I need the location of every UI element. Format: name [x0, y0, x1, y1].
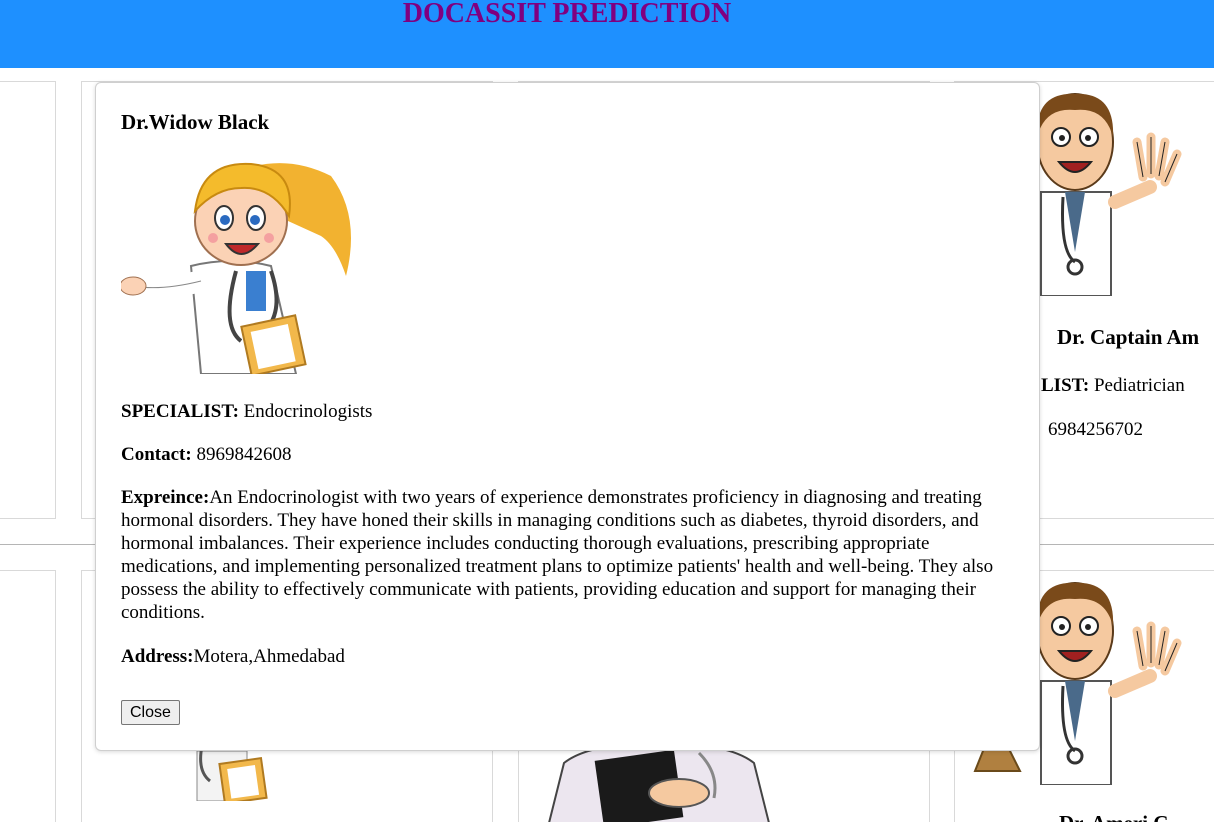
doctor-card-name: Dr. Ameri C	[1059, 811, 1168, 822]
experience-field: Expreince:An Endocrinologist with two ye…	[121, 486, 1016, 624]
page: DOCASSIT PREDICTION Dr. Captain Am LIST:…	[0, 0, 1214, 822]
experience-value: An Endocrinologist with two years of exp…	[121, 487, 994, 623]
doctor-card[interactable]	[0, 81, 56, 519]
doctor-card-specialist: LIST: Pediatrician	[1041, 375, 1185, 397]
specialist-value: Endocrinologists	[243, 401, 373, 422]
doctor-avatar-female	[121, 162, 351, 374]
address-field: Address:Motera,Ahmedabad	[121, 645, 1016, 668]
contact-label: Contact:	[121, 444, 192, 465]
experience-label: Expreince:	[121, 487, 210, 508]
doctor-card-specialist-value: Pediatrician	[1093, 375, 1185, 396]
modal-doctor-name: Dr.Widow Black	[121, 110, 270, 134]
doctor-detail-modal: Dr.Widow Black SPECIALIST: Endocrinologi…	[95, 82, 1040, 751]
page-title: DOCASSIT PREDICTION	[402, 0, 732, 29]
contact-value: 8969842608	[196, 444, 292, 465]
doctor-card-contact: 6984256702	[1048, 419, 1143, 440]
app-header: DOCASSIT PREDICTION	[0, 0, 1214, 68]
address-value: Motera,Ahmedabad	[193, 646, 345, 667]
doctor-card[interactable]	[0, 570, 56, 822]
address-label: Address:	[121, 646, 194, 667]
specialist-field: SPECIALIST: Endocrinologists	[121, 400, 1016, 423]
contact-field: Contact: 8969842608	[121, 443, 1016, 466]
close-button[interactable]: Close	[121, 700, 180, 725]
doctor-card-specialist-label: LIST:	[1041, 375, 1090, 396]
doctor-card-name: Dr. Captain Am	[1057, 325, 1200, 349]
doctor-avatar	[548, 743, 770, 822]
specialist-label: SPECIALIST:	[121, 401, 239, 422]
